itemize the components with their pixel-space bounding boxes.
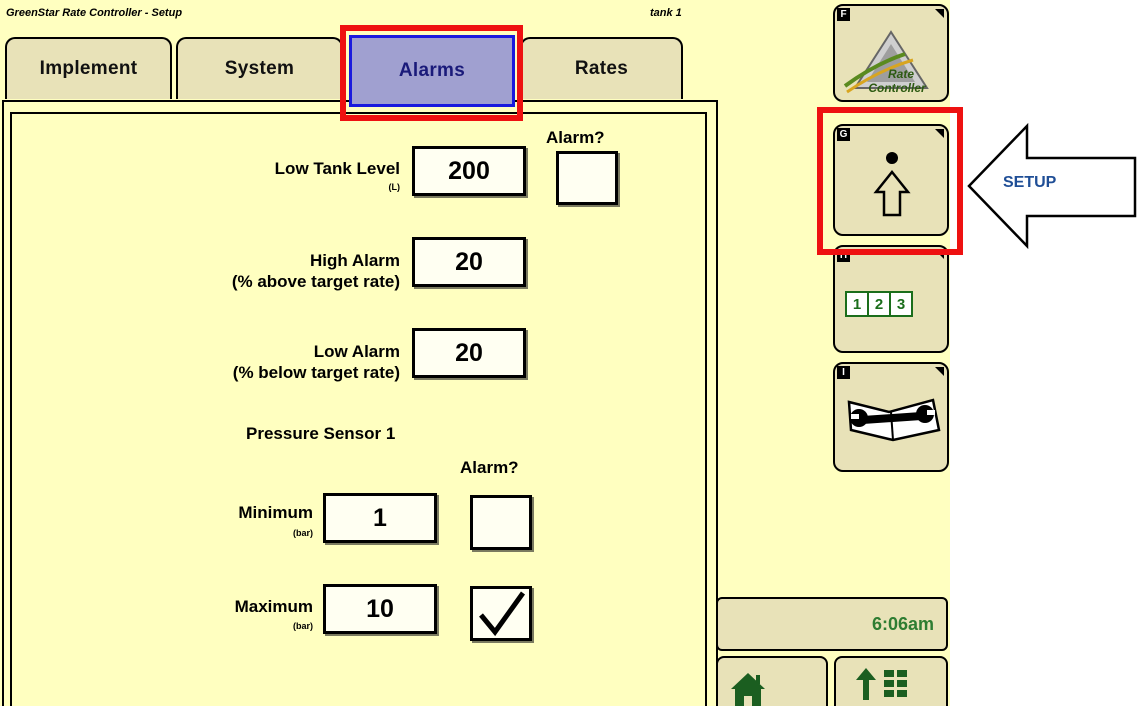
rate-controller-icon: Rate Controller <box>843 30 929 95</box>
clock-display: 6:06am <box>716 597 948 651</box>
numeric-123-icon: 1 2 3 <box>845 291 913 317</box>
setup-button-highlight <box>817 107 963 255</box>
wrench-book-icon <box>847 398 941 442</box>
digit-one: 1 <box>847 293 869 315</box>
pressure-sensor-title: Pressure Sensor 1 <box>246 424 396 443</box>
alarms-tab-highlight <box>340 25 523 121</box>
softkey-i-service[interactable]: I <box>833 362 949 472</box>
minimum-unit: (bar) <box>293 528 313 538</box>
high-alarm-field[interactable]: 20 <box>412 237 526 287</box>
menu-layout-icon <box>856 668 907 700</box>
home-icon <box>731 673 765 706</box>
maximum-unit: (bar) <box>293 621 313 631</box>
home-button[interactable] <box>716 656 828 706</box>
high-alarm-sublabel: (% above target rate) <box>231 272 400 291</box>
pressure-maximum-field[interactable]: 10 <box>323 584 437 634</box>
digit-three: 3 <box>896 295 906 313</box>
minimum-alarm-checkbox[interactable] <box>470 495 532 550</box>
low-alarm-sublabel: (% below target rate) <box>232 363 400 382</box>
tank-indicator: tank 1 <box>650 7 682 19</box>
rate-text: Rate <box>888 67 914 81</box>
softkey-h-numeric[interactable]: H 1 2 3 <box>833 245 949 353</box>
alarm-column-header: Alarm? <box>546 128 605 147</box>
maximum-label: Maximum <box>234 597 313 616</box>
low-tank-label: Low Tank Level <box>274 159 400 178</box>
setup-annotation-label: SETUP <box>1003 174 1057 191</box>
low-tank-level-field[interactable]: 200 <box>412 146 526 196</box>
tab-implement[interactable]: Implement <box>5 37 172 99</box>
pressure-alarm-header: Alarm? <box>460 458 519 477</box>
high-alarm-label: High Alarm <box>309 251 400 270</box>
maximum-alarm-checkbox[interactable] <box>470 586 532 641</box>
digit-two: 2 <box>869 293 891 315</box>
checkmark-icon <box>479 591 526 637</box>
tab-rates[interactable]: Rates <box>520 37 683 99</box>
pressure-minimum-field[interactable]: 1 <box>323 493 437 543</box>
low-alarm-field[interactable]: 20 <box>412 328 526 378</box>
page-title: GreenStar Rate Controller - Setup <box>6 7 183 19</box>
menu-up-button[interactable] <box>834 656 948 706</box>
low-alarm-label: Low Alarm <box>313 342 400 361</box>
controller-text: Controller <box>868 81 927 95</box>
minimum-label: Minimum <box>238 503 313 522</box>
low-tank-alarm-checkbox[interactable] <box>556 151 618 205</box>
low-tank-unit: (L) <box>388 182 401 192</box>
tab-system[interactable]: System <box>176 37 343 99</box>
softkey-f-rate-controller[interactable]: F Rate Controller <box>833 4 949 102</box>
